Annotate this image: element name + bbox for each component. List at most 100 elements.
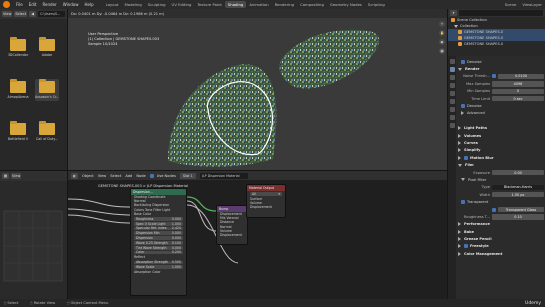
tab-geometry-nodes[interactable]: Geometry Nodes [327, 1, 365, 8]
view-menu[interactable]: View [11, 173, 22, 179]
folder-item[interactable]: 3DCollendar [6, 37, 30, 57]
chevron-down-icon[interactable] [458, 163, 462, 167]
menu-file[interactable]: File [13, 2, 26, 7]
property-row[interactable]: Transparent Glass [458, 206, 544, 213]
zoom-icon[interactable]: + [439, 21, 445, 27]
node-socket[interactable]: Displacement [217, 233, 247, 237]
chevron-right-icon[interactable] [458, 140, 461, 145]
chevron-right-icon[interactable] [458, 222, 461, 227]
material-output-node[interactable]: Material Output All ▾ Surface Volume Displa… [246, 184, 286, 218]
property-value-field[interactable]: 4096 [492, 81, 544, 87]
property-row[interactable]: Pixel Filter [458, 176, 544, 183]
dispersion-group-node[interactable]: Dispersion... Shading Coordinate Normal Ba… [130, 188, 187, 296]
menu-render[interactable]: Render [39, 2, 59, 7]
output-tab-icon[interactable] [449, 75, 455, 80]
chevron-right-icon[interactable] [458, 148, 461, 153]
folder-item[interactable]: Battlefield V [6, 121, 30, 141]
property-row[interactable]: Grease Pencil [458, 235, 544, 242]
checkbox[interactable] [461, 59, 465, 64]
chevron-right-icon[interactable] [458, 251, 461, 256]
node-input-socket[interactable]: Color 0.200 [134, 250, 183, 254]
tab-scripting[interactable]: Scripting [365, 1, 388, 8]
chevron-right-icon[interactable] [461, 111, 464, 116]
outliner-filter-icon[interactable]: ▾ [450, 10, 457, 16]
property-value-field[interactable]: 0.0100 [498, 73, 544, 80]
tab-shading[interactable]: Shading [224, 1, 247, 8]
property-row[interactable]: Performance [458, 221, 544, 228]
property-row[interactable]: Type Blackman-Harris [458, 184, 544, 191]
tab-rendering[interactable]: Rendering [272, 1, 297, 8]
object-tab-icon[interactable] [449, 107, 455, 112]
node-input-socket[interactable]: Spec V Scale Light 1.000 [134, 222, 183, 226]
view-layer-selector[interactable]: ViewLayer [519, 1, 545, 8]
property-row[interactable]: Motion Blur [458, 154, 544, 161]
bump-node[interactable]: Bump Displacement Mix Voronoi Distance Norm… [216, 205, 248, 245]
tool-tab-icon[interactable] [449, 59, 455, 64]
checkbox[interactable] [461, 104, 465, 109]
property-row[interactable]: Roughness T... 0.10 [458, 213, 544, 220]
property-row[interactable]: Denoise [458, 58, 544, 65]
folder-item[interactable]: Assassin's Cr... [35, 79, 59, 101]
folder-item[interactable]: AlmapiArena [6, 79, 30, 99]
node-input-socket[interactable]: Absorption Strength 0.500 [134, 260, 183, 264]
node-input-socket[interactable]: Base Color [131, 212, 186, 216]
node-input-socket[interactable]: Wave 0.25 Strength 0.100 [134, 241, 183, 245]
tab-texture-paint[interactable]: Texture Paint [194, 1, 225, 8]
node-input-socket[interactable]: Tint Wave Strength 0.000 [134, 246, 183, 250]
checkbox[interactable] [461, 200, 465, 205]
property-row[interactable]: Curves [458, 139, 544, 146]
checkbox[interactable] [492, 207, 496, 212]
view-layer-tab-icon[interactable] [449, 83, 455, 88]
chevron-right-icon[interactable] [458, 155, 461, 160]
camera-icon[interactable]: ◉ [439, 39, 445, 45]
material-tab-icon[interactable] [449, 123, 455, 128]
path-field[interactable]: C:\Users\S... [38, 11, 65, 17]
menu-edit[interactable]: Edit [26, 2, 40, 7]
select-menu[interactable]: Select [14, 11, 28, 17]
ortho-grid-icon[interactable]: ▦ [439, 48, 445, 54]
property-value-field[interactable]: Transparent Glass [498, 206, 544, 213]
chevron-right-icon[interactable] [458, 133, 461, 138]
back-arrow-icon[interactable]: ◀ [29, 11, 37, 17]
target-dropdown[interactable]: All ▾ [250, 192, 282, 196]
property-row[interactable]: Freestyle [458, 243, 544, 250]
node-input-socket[interactable]: Dispersion 0.000 [134, 236, 183, 240]
chevron-right-icon[interactable] [458, 126, 461, 131]
world-tab-icon[interactable] [449, 99, 455, 104]
property-row[interactable]: Bake [458, 228, 544, 235]
property-row[interactable]: Min Samples 0 [458, 88, 544, 95]
property-row[interactable]: Film [458, 161, 544, 168]
editor-grid[interactable] [0, 181, 68, 299]
tab-uv-editing[interactable]: UV Editing [169, 1, 195, 8]
tab-layout[interactable]: Layout [103, 1, 122, 8]
property-row[interactable]: Width 1.50 px [458, 191, 544, 198]
property-row[interactable]: Color Management [458, 250, 544, 257]
editor-type-icon[interactable]: ▦ [2, 173, 9, 179]
shader-node-editor[interactable]: ◐ Object View Select Add Node Use Nodes … [68, 170, 447, 299]
property-row[interactable]: Advanced [458, 110, 544, 117]
outliner-search-input[interactable] [459, 10, 543, 16]
property-value-field[interactable]: 0 sec [492, 95, 544, 102]
property-row[interactable]: Exposure 0.00 [458, 169, 544, 176]
node-input-socket[interactable]: Roughness 0.000 [134, 217, 183, 221]
node-input-socket[interactable]: Dispersion Min 0.000 [134, 231, 183, 235]
node-input-socket[interactable]: Reflect [131, 255, 186, 259]
chevron-right-icon[interactable] [458, 237, 461, 242]
view-menu[interactable]: View [2, 11, 13, 17]
chevron-right-icon[interactable] [458, 229, 461, 234]
node-header[interactable]: Material Output [247, 185, 285, 191]
chevron-down-icon[interactable] [458, 67, 462, 71]
node-input-socket[interactable]: Wave Scale 1.000 [134, 265, 183, 269]
pan-hand-icon[interactable]: ✋ [439, 30, 445, 36]
chevron-right-icon[interactable] [458, 244, 461, 249]
expand-icon[interactable] [454, 24, 458, 28]
checkbox[interactable] [464, 244, 468, 249]
property-row[interactable]: Simplify [458, 147, 544, 154]
property-value-field[interactable]: 0 [492, 88, 544, 94]
property-row[interactable]: Noise Thresh... 0.0100 [458, 73, 544, 80]
chevron-down-icon[interactable] [461, 178, 465, 182]
property-row[interactable]: Time Limit 0 sec [458, 95, 544, 102]
menu-help[interactable]: Help [81, 2, 96, 7]
checkbox[interactable] [492, 74, 496, 79]
property-value-field[interactable]: 1.50 px [492, 191, 544, 198]
